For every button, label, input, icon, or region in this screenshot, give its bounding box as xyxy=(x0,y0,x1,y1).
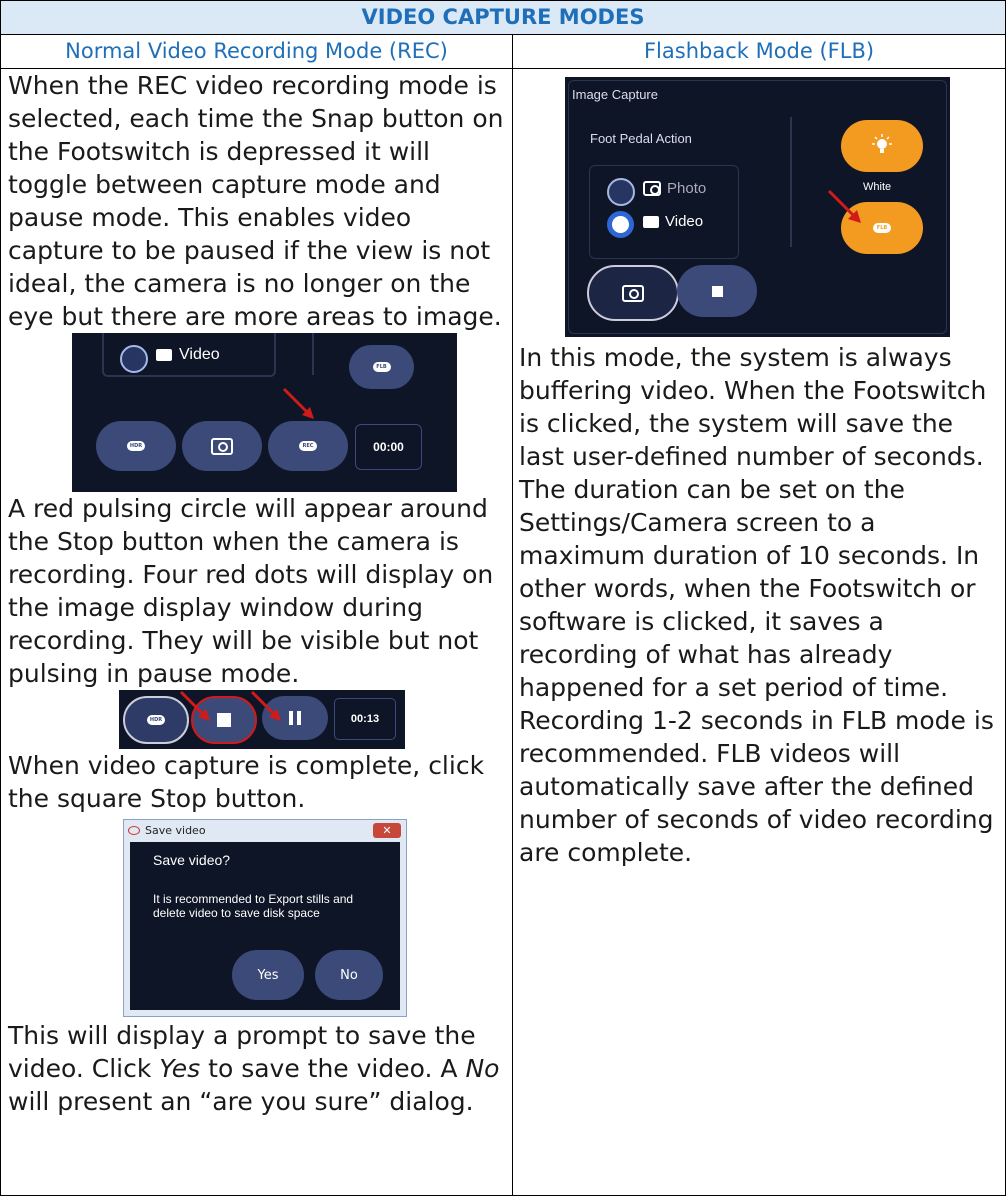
dialog-titlebar: Save video xyxy=(124,820,406,840)
rec-mode-heading: Normal Video Recording Mode (REC) xyxy=(0,34,513,69)
flb-icon: FLB xyxy=(873,223,891,233)
rec-icon: REC xyxy=(299,441,317,451)
video-capture-modes-table: VIDEO CAPTURE MODES Normal Video Recordi… xyxy=(0,0,1007,1196)
video-label: Video xyxy=(665,213,704,230)
save-prompt-text: This will display a prompt to save the v… xyxy=(8,1021,500,1116)
flb-mode-cell: Image Capture Foot Pedal Action Photo Vi… xyxy=(511,68,1007,1196)
recording-controls-screenshot: HDR 00:13 xyxy=(119,690,405,749)
video-camera-icon xyxy=(643,215,659,228)
camera-icon xyxy=(622,284,644,302)
flb-description-text: In this mode, the system is always buffe… xyxy=(519,343,994,867)
rec-button[interactable]: REC xyxy=(268,421,348,471)
hdr-icon: HDR xyxy=(127,441,145,451)
red-arrow-icon xyxy=(179,690,210,721)
white-label: White xyxy=(863,181,892,193)
white-light-button[interactable] xyxy=(841,120,923,172)
hdr-button[interactable]: HDR xyxy=(96,421,176,471)
table-title: VIDEO CAPTURE MODES xyxy=(0,0,1007,35)
snap-button[interactable] xyxy=(587,265,679,321)
eye-icon xyxy=(128,825,140,835)
video-camera-icon xyxy=(156,349,172,361)
dialog-question: Save video? xyxy=(153,852,231,868)
rec-mode-cell: When the REC video recording mode is sel… xyxy=(0,68,513,1196)
photo-radio[interactable] xyxy=(607,178,635,206)
stop-instruction-text: When video capture is complete, click th… xyxy=(8,751,485,813)
dialog-message: It is recommended to Export stills and d… xyxy=(153,892,354,920)
image-capture-screenshot: Image Capture Foot Pedal Action Photo Vi… xyxy=(565,77,950,337)
red-arrow-icon xyxy=(250,690,281,721)
camera-icon xyxy=(643,181,661,196)
yes-emphasis: Yes xyxy=(159,1054,201,1083)
stop-square-icon xyxy=(711,285,723,297)
snap-button[interactable] xyxy=(182,421,262,471)
red-arrow-icon xyxy=(827,189,861,223)
close-button[interactable]: ✕ xyxy=(373,823,401,838)
flb-icon: FLB xyxy=(372,362,391,372)
image-capture-title: Image Capture xyxy=(572,87,658,102)
foot-pedal-label: Foot Pedal Action xyxy=(590,131,692,146)
video-radio[interactable] xyxy=(607,211,634,238)
dialog-title: Save video xyxy=(145,823,206,837)
timer-display: 00:13 xyxy=(334,698,396,740)
flb-mode-heading: Flashback Mode (FLB) xyxy=(511,34,1007,69)
light-bulb-icon xyxy=(872,134,892,153)
hdr-icon: HDR xyxy=(147,715,165,725)
rec-pulse-text: A red pulsing circle will appear around … xyxy=(8,494,494,688)
stop-button[interactable] xyxy=(677,265,757,317)
video-radio[interactable] xyxy=(120,345,148,373)
rec-intro-text: When the REC video recording mode is sel… xyxy=(8,71,504,331)
save-video-dialog: Save video ✕ Save video? It is recommend… xyxy=(123,819,407,1017)
yes-button[interactable]: Yes xyxy=(232,950,304,1000)
red-arrow-icon xyxy=(282,387,314,419)
no-button[interactable]: No xyxy=(315,950,383,1000)
photo-label: Photo xyxy=(667,180,707,197)
stop-square-icon xyxy=(217,713,231,727)
no-emphasis: No xyxy=(465,1054,500,1083)
timer-display: 00:00 xyxy=(355,424,422,470)
flb-button[interactable]: FLB xyxy=(349,345,414,389)
pause-icon xyxy=(289,711,301,725)
video-label: Video xyxy=(179,346,220,363)
dialog-body: Save video? It is recommended to Export … xyxy=(130,842,400,1010)
camera-icon xyxy=(211,437,233,455)
rec-controls-screenshot: Video FLB HDR REC 00:00 xyxy=(72,333,457,492)
